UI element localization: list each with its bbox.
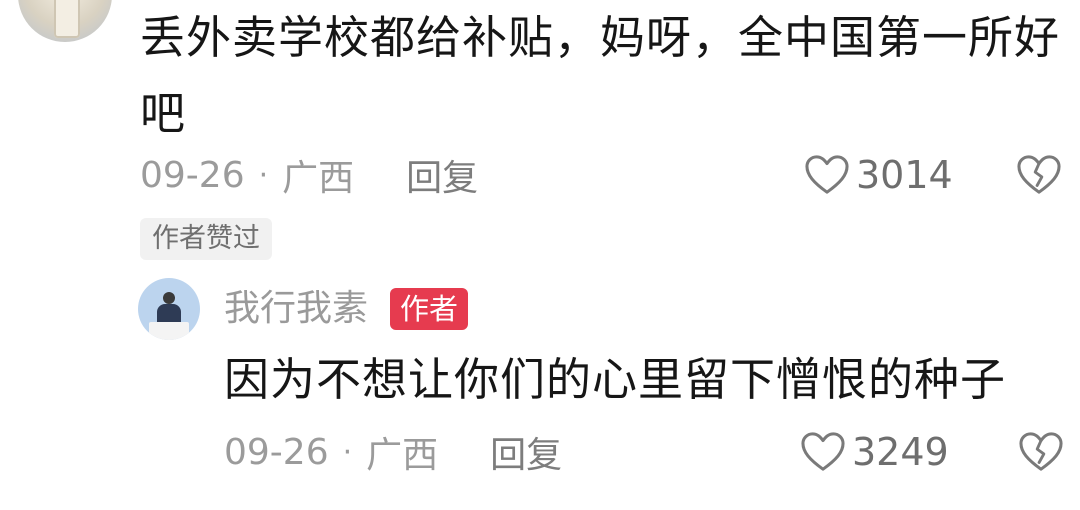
- reply-meta: 09-26 · 广西 回复: [224, 427, 562, 477]
- heart-outline-icon: [805, 155, 849, 194]
- reply-date: 09-26: [224, 431, 329, 473]
- comment-location: 广西: [282, 158, 355, 199]
- like-button[interactable]: 3014: [804, 150, 953, 200]
- comment-meta: 09-26 · 广西 回复: [140, 150, 478, 200]
- reply-like-button[interactable]: 3249: [800, 427, 949, 477]
- avatar-person: [149, 292, 189, 340]
- separator-dot: ·: [342, 434, 353, 470]
- comment-text: 丢外卖学校都给补贴，妈呀，全中国第一所好吧: [140, 11, 1061, 140]
- reply-location: 广西: [366, 435, 439, 476]
- comment-date: 09-26: [140, 154, 245, 196]
- broken-heart-icon[interactable]: [1016, 154, 1062, 196]
- broken-heart-icon[interactable]: [1018, 431, 1064, 473]
- replier-username[interactable]: 我行我素: [224, 287, 368, 331]
- reply-button[interactable]: 回复: [406, 149, 478, 201]
- reply-like-count: 3249: [852, 430, 949, 474]
- author-badge: 作者: [390, 288, 469, 330]
- reply-text: 因为不想让你们的心里留下憎恨的种子: [224, 353, 1007, 406]
- like-count: 3014: [856, 153, 953, 197]
- separator-dot: ·: [258, 157, 269, 193]
- avatar-figure: [54, 0, 80, 38]
- replier-avatar[interactable]: [138, 278, 200, 340]
- author-liked-badge: 作者赞过: [140, 218, 272, 260]
- commenter-avatar[interactable]: [18, 0, 112, 42]
- reply-reply-button[interactable]: 回复: [490, 426, 562, 478]
- heart-outline-icon: [801, 432, 845, 471]
